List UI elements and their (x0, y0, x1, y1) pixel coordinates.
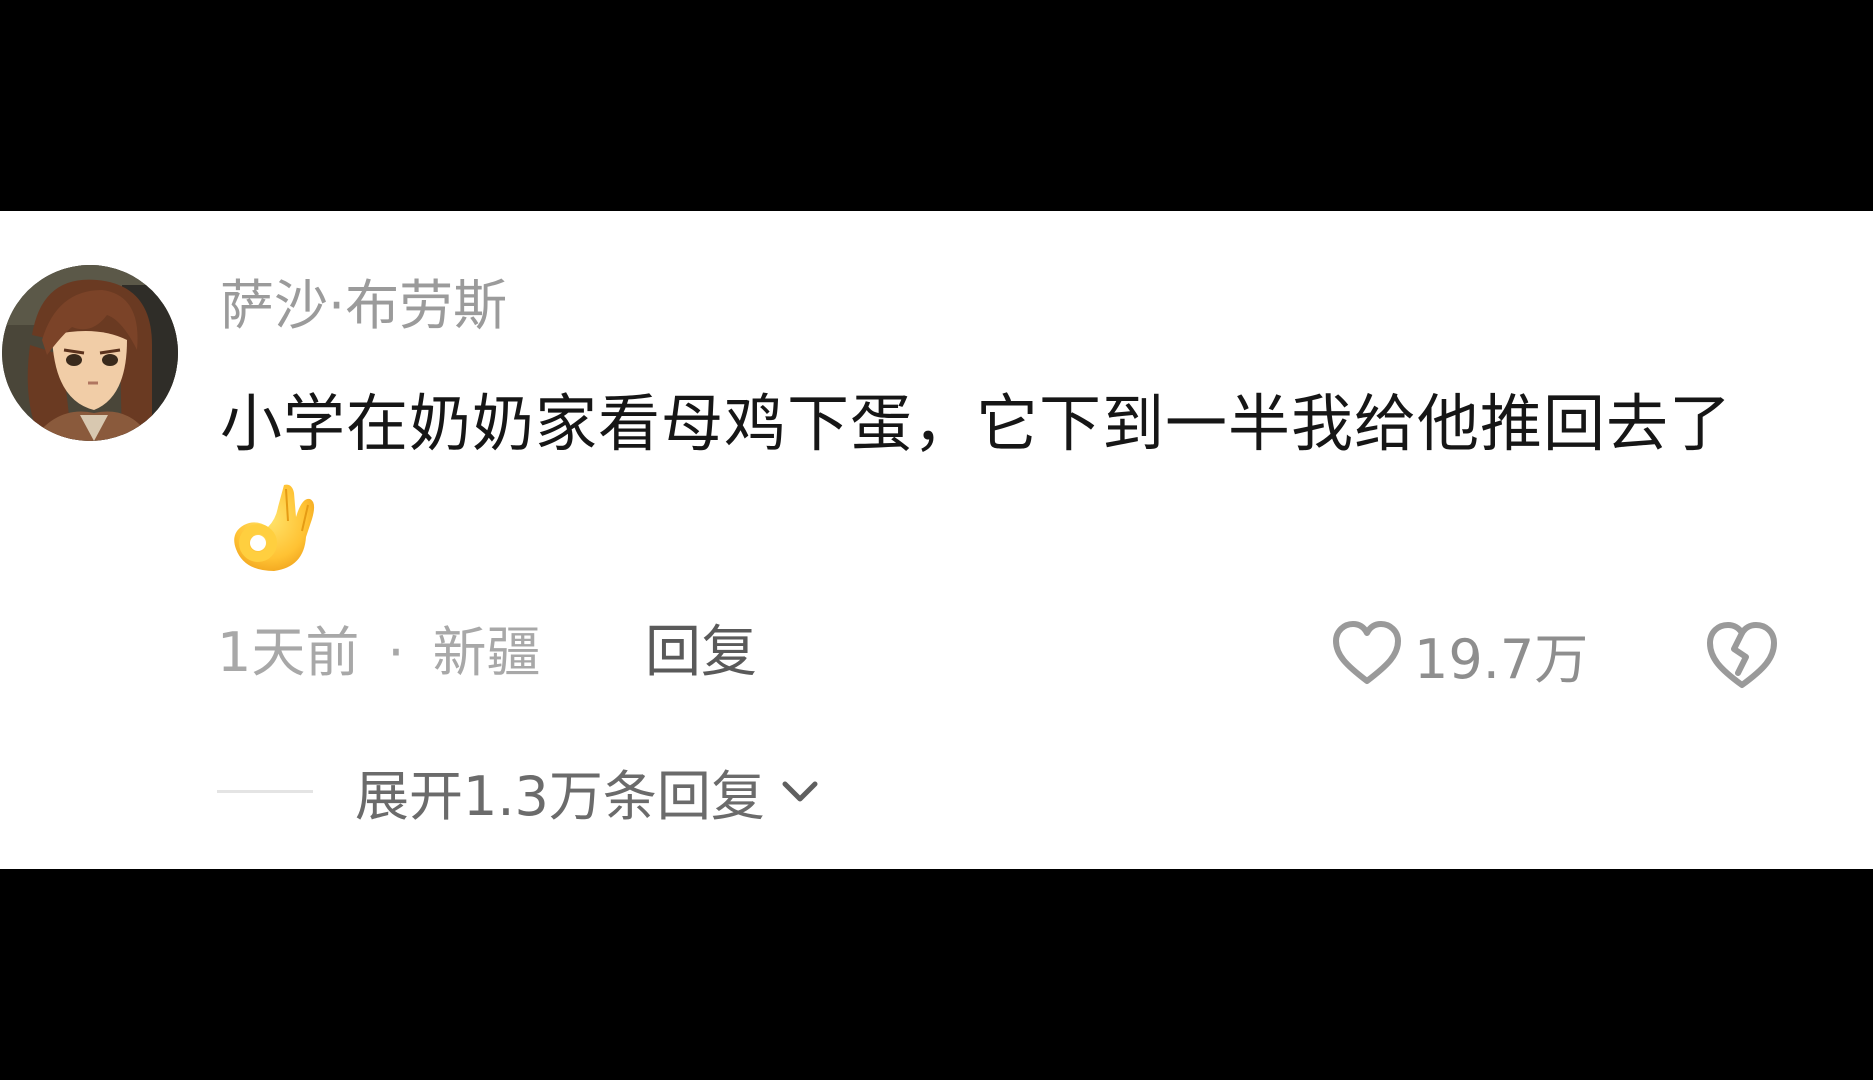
like-count: 19.7万 (1414, 627, 1589, 691)
avatar[interactable] (2, 265, 178, 441)
reply-button[interactable]: 回复 (645, 613, 757, 693)
comment-card: 萨沙·布劳斯 小学在奶奶家看母鸡下蛋，它下到一半我给他推回去了 1天前 · 新疆 (0, 211, 1873, 869)
username[interactable]: 萨沙·布劳斯 (220, 271, 507, 341)
meta-separator: · (387, 621, 405, 684)
expand-replies-label: 展开1.3万条回复 (355, 764, 765, 828)
comment-text: 小学在奶奶家看母鸡下蛋，它下到一半我给他推回去了 (220, 387, 1733, 460)
broken-heart-icon[interactable] (1700, 613, 1784, 697)
like-button[interactable]: 19.7万 (1328, 609, 1588, 699)
comment-meta: 1天前 · 新疆 (217, 613, 541, 693)
comment-text-block: 小学在奶奶家看母鸡下蛋，它下到一半我给他推回去了 (220, 371, 1780, 591)
screenshot-frame: 萨沙·布劳斯 小学在奶奶家看母鸡下蛋，它下到一半我给他推回去了 1天前 · 新疆 (0, 0, 1873, 1080)
heart-outline-icon (1333, 621, 1401, 684)
divider-line (217, 789, 313, 793)
expand-replies-button[interactable]: 展开1.3万条回复 (217, 751, 827, 831)
comment-time: 1天前 (217, 621, 360, 684)
avatar-image (2, 265, 178, 441)
chevron-down-icon (782, 781, 818, 802)
ok-hand-emoji-icon (234, 484, 315, 571)
comment-location: 新疆 (432, 621, 541, 684)
